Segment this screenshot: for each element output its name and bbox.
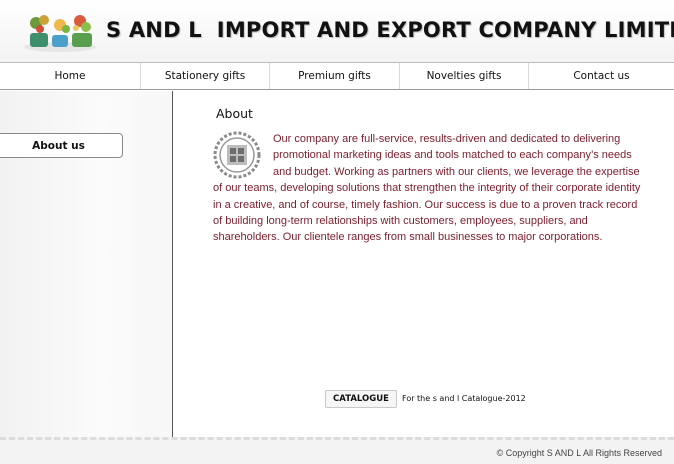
sidebar: About us [0, 91, 173, 437]
about-us-button[interactable]: About us [0, 133, 123, 158]
nav-item-stationery-gifts[interactable]: Stationery gifts [141, 63, 270, 89]
about-body-text: Our company are full-service, results-dr… [213, 133, 641, 244]
page-title: About [216, 106, 253, 121]
site-header: S AND L IMPORT AND EXPORT COMPANY LIMITE… [0, 0, 674, 62]
catalogue-caption: For the s and l Catalogue-2012 [402, 394, 526, 403]
main-nav: Home Stationery gifts Premium gifts Nove… [0, 62, 674, 90]
copyright-text: © Copyright S AND L All Rights Reserved [496, 448, 662, 458]
flower-pots-logo-icon [24, 15, 96, 52]
seal-spacer [213, 131, 273, 179]
catalogue-button[interactable]: CATALOGUE [325, 390, 397, 408]
nav-item-novelties-gifts[interactable]: Novelties gifts [400, 63, 529, 89]
site-title: S AND L IMPORT AND EXPORT COMPANY LIMITE… [106, 18, 674, 42]
nav-item-home[interactable]: Home [0, 63, 141, 89]
main-content: About Our company are full-service, resu… [173, 91, 674, 437]
nav-item-premium-gifts[interactable]: Premium gifts [270, 63, 400, 89]
site-footer: © Copyright S AND L All Rights Reserved [0, 437, 674, 464]
about-paragraph: Our company are full-service, results-dr… [213, 131, 645, 246]
nav-item-contact-us[interactable]: Contact us [529, 63, 674, 89]
